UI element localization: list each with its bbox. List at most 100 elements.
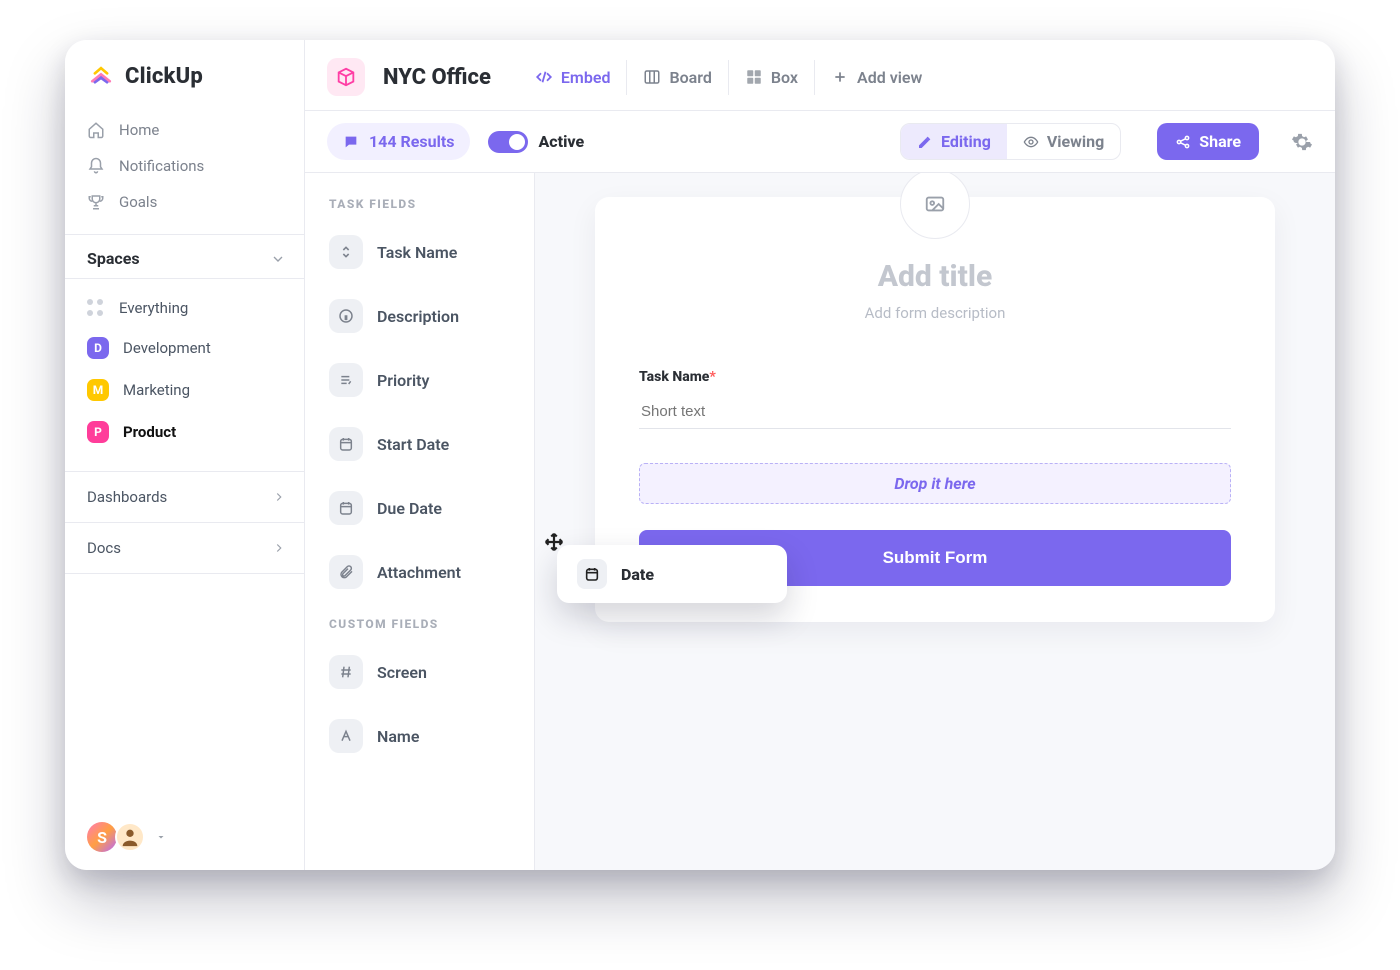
share-label: Share bbox=[1199, 132, 1241, 151]
active-toggle[interactable]: Active bbox=[488, 131, 584, 153]
mode-editing[interactable]: Editing bbox=[901, 124, 1007, 159]
plus-icon bbox=[831, 68, 849, 86]
view-label: Add view bbox=[857, 68, 922, 87]
task-fields-heading: TASK FIELDS bbox=[329, 197, 514, 211]
share-button[interactable]: Share bbox=[1157, 123, 1259, 160]
add-view[interactable]: Add view bbox=[814, 60, 938, 95]
view-embed[interactable]: Embed bbox=[519, 60, 627, 95]
chevron-right-icon bbox=[272, 490, 286, 504]
embed-icon bbox=[535, 68, 553, 86]
chevron-right-icon bbox=[272, 541, 286, 555]
chat-icon bbox=[343, 134, 359, 150]
form-field-task-name: Task Name* bbox=[639, 366, 1231, 429]
field-label: Priority bbox=[377, 371, 429, 390]
nav-label: Home bbox=[119, 121, 159, 139]
form-description-placeholder[interactable]: Add form description bbox=[639, 304, 1231, 322]
bell-icon bbox=[87, 157, 105, 175]
field-description[interactable]: Description bbox=[323, 289, 520, 343]
docs-label: Docs bbox=[87, 539, 121, 557]
spaces-header[interactable]: Spaces bbox=[65, 234, 304, 279]
form-title-placeholder[interactable]: Add title bbox=[639, 259, 1231, 294]
nav-home[interactable]: Home bbox=[65, 112, 304, 148]
brand-logo-icon bbox=[87, 62, 115, 90]
brand-name: ClickUp bbox=[125, 64, 203, 89]
body: TASK FIELDS Task Name Description Priori… bbox=[305, 173, 1335, 870]
pencil-icon bbox=[917, 134, 933, 150]
nav-label: Goals bbox=[119, 193, 157, 211]
mode-segment: Editing Viewing bbox=[900, 123, 1121, 160]
sidebar-item-product[interactable]: P Product bbox=[65, 411, 304, 453]
field-priority[interactable]: Priority bbox=[323, 353, 520, 407]
sidebar-item-everything[interactable]: Everything bbox=[65, 289, 304, 327]
everything-icon bbox=[87, 299, 105, 317]
calendar-icon bbox=[329, 491, 363, 525]
task-name-input[interactable] bbox=[639, 395, 1231, 429]
field-attachment[interactable]: Attachment bbox=[323, 545, 520, 599]
nav-goals[interactable]: Goals bbox=[65, 184, 304, 220]
space-badge: M bbox=[87, 379, 109, 401]
sidebar-item-development[interactable]: D Development bbox=[65, 327, 304, 369]
form-image-button[interactable] bbox=[900, 173, 970, 239]
mode-label: Editing bbox=[941, 132, 991, 151]
results-pill[interactable]: 144 Results bbox=[327, 123, 470, 160]
field-label: Description bbox=[377, 307, 459, 326]
field-label: Task Name bbox=[377, 243, 457, 262]
view-label: Box bbox=[771, 68, 798, 87]
user-avatar-initial[interactable]: S bbox=[87, 822, 117, 852]
drag-chip-label: Date bbox=[621, 565, 654, 584]
view-box[interactable]: Box bbox=[728, 60, 814, 95]
letter-icon bbox=[329, 719, 363, 753]
paperclip-icon bbox=[329, 555, 363, 589]
field-label: Screen bbox=[377, 663, 427, 682]
mode-viewing[interactable]: Viewing bbox=[1007, 124, 1120, 159]
updown-icon bbox=[329, 235, 363, 269]
view-board[interactable]: Board bbox=[626, 60, 727, 95]
sidebar-dashboards[interactable]: Dashboards bbox=[65, 471, 304, 522]
fields-panel: TASK FIELDS Task Name Description Priori… bbox=[305, 173, 535, 870]
sidebar-docs[interactable]: Docs bbox=[65, 522, 304, 574]
field-start-date[interactable]: Start Date bbox=[323, 417, 520, 471]
space-label: Development bbox=[123, 339, 211, 357]
brand-row: ClickUp bbox=[65, 40, 304, 108]
hash-icon bbox=[329, 655, 363, 689]
form-canvas: Add title Add form description Task Name… bbox=[535, 173, 1335, 870]
calendar-icon bbox=[329, 427, 363, 461]
spaces-list: Everything D Development M Marketing P P… bbox=[65, 279, 304, 471]
nav-notifications[interactable]: Notifications bbox=[65, 148, 304, 184]
eye-icon bbox=[1023, 134, 1039, 150]
field-label: Attachment bbox=[377, 563, 461, 582]
chevron-down-icon bbox=[270, 251, 286, 267]
space-label: Marketing bbox=[123, 381, 190, 399]
caret-down-icon[interactable] bbox=[155, 831, 167, 843]
user-avatar-photo[interactable] bbox=[115, 822, 145, 852]
mode-label: Viewing bbox=[1047, 132, 1104, 151]
view-label: Embed bbox=[561, 68, 611, 87]
field-label: Start Date bbox=[377, 435, 449, 454]
sidebar-footer: S bbox=[65, 804, 304, 870]
custom-fields-heading: CUSTOM FIELDS bbox=[329, 617, 514, 631]
main-area: NYC Office Embed Board Box Add view bbox=[305, 40, 1335, 870]
sidebar-item-marketing[interactable]: M Marketing bbox=[65, 369, 304, 411]
trophy-icon bbox=[87, 193, 105, 211]
settings-button[interactable] bbox=[1291, 131, 1313, 153]
share-icon bbox=[1175, 134, 1191, 150]
dragging-field-chip[interactable]: Date bbox=[557, 545, 787, 603]
info-icon bbox=[329, 299, 363, 333]
space-icon-chip bbox=[327, 58, 365, 96]
results-label: 144 Results bbox=[369, 132, 454, 151]
field-task-name[interactable]: Task Name bbox=[323, 225, 520, 279]
field-due-date[interactable]: Due Date bbox=[323, 481, 520, 535]
space-badge: D bbox=[87, 337, 109, 359]
drop-zone[interactable]: Drop it here bbox=[639, 463, 1231, 504]
box-icon bbox=[745, 68, 763, 86]
topbar: NYC Office Embed Board Box Add view bbox=[305, 40, 1335, 111]
required-asterisk: * bbox=[709, 369, 715, 385]
toolbar: 144 Results Active Editing Viewing S bbox=[305, 111, 1335, 173]
field-screen[interactable]: Screen bbox=[323, 645, 520, 699]
home-icon bbox=[87, 121, 105, 139]
active-label: Active bbox=[538, 132, 584, 151]
nav-label: Notifications bbox=[119, 157, 204, 175]
space-label: Product bbox=[123, 423, 176, 441]
form-field-label: Task Name* bbox=[639, 369, 716, 385]
field-name[interactable]: Name bbox=[323, 709, 520, 763]
